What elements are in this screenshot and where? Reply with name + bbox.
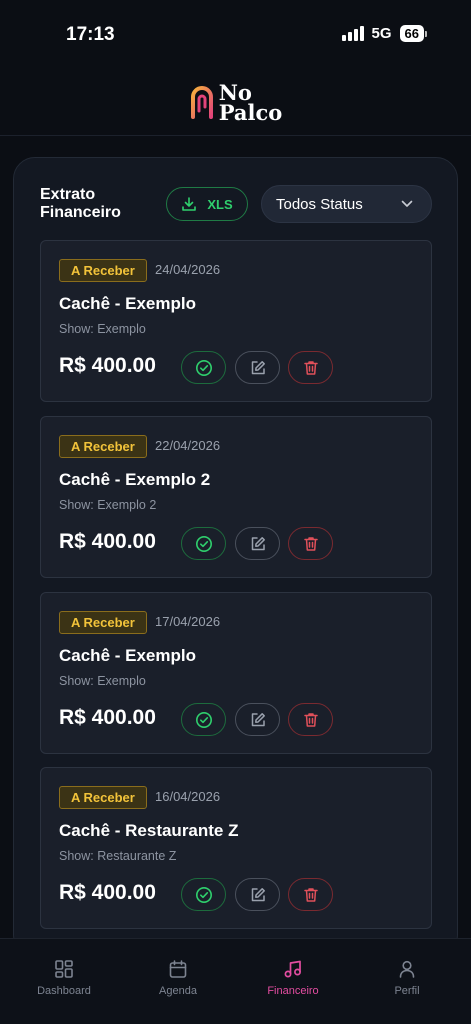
mark-paid-button[interactable] — [181, 703, 226, 736]
trash-icon — [303, 887, 318, 902]
nav-label-agenda: Agenda — [159, 985, 197, 997]
nav-item-agenda[interactable]: Agenda — [128, 959, 228, 997]
delete-button[interactable] — [288, 878, 333, 911]
transaction-title: Cachê - Exemplo — [59, 646, 196, 665]
mark-paid-button[interactable] — [181, 527, 226, 560]
calendar-icon — [169, 960, 187, 978]
export-xls-button[interactable]: XLS — [166, 187, 248, 221]
edit-button[interactable] — [235, 527, 280, 560]
status-badge: A Receber — [59, 611, 147, 634]
check-circle-icon — [195, 711, 212, 728]
edit-button[interactable] — [235, 703, 280, 736]
trash-icon — [303, 712, 318, 727]
nav-label-financeiro: Financeiro — [267, 985, 319, 997]
app-logo: No Palco — [189, 82, 283, 125]
status-indicators: 5G 66 — [341, 25, 427, 42]
transaction-card: A Receber 24/04/2026 Cachê - Exemplo Sho… — [40, 240, 432, 402]
nav-label-perfil: Perfil — [394, 985, 420, 997]
transaction-show: Show: Restaurante Z — [59, 849, 177, 863]
music-note-icon — [284, 960, 301, 978]
user-icon — [399, 960, 415, 978]
delete-button[interactable] — [288, 703, 333, 736]
edit-icon — [251, 536, 265, 550]
edit-button[interactable] — [235, 351, 280, 384]
edit-button[interactable] — [235, 878, 280, 911]
battery-level: 66 — [399, 25, 424, 42]
status-filter-select[interactable]: Todos Status — [261, 185, 432, 223]
transaction-date: 24/04/2026 — [155, 262, 221, 277]
logo-line-2: Palco — [218, 99, 283, 125]
battery-icon: 66 — [399, 25, 427, 42]
transaction-title: Cachê - Exemplo — [59, 294, 196, 313]
transaction-card: A Receber 17/04/2026 Cachê - Exemplo Sho… — [40, 592, 432, 754]
panel-header: Extrato Financeiro XLS Todos Status — [14, 158, 457, 240]
trash-icon — [303, 360, 318, 375]
transaction-show: Show: Exemplo — [59, 322, 146, 336]
transaction-title: Cachê - Exemplo 2 — [59, 470, 211, 489]
status-badge: A Receber — [59, 259, 147, 282]
transaction-amount: R$ 400.00 — [59, 354, 156, 377]
edit-icon — [251, 360, 265, 374]
transaction-amount: R$ 400.00 — [59, 530, 156, 553]
mark-paid-button[interactable] — [181, 878, 226, 911]
check-circle-icon — [195, 886, 212, 903]
transaction-date: 17/04/2026 — [155, 614, 221, 629]
export-xls-label: XLS — [207, 196, 233, 212]
transaction-amount: R$ 400.00 — [59, 881, 156, 904]
transaction-show: Show: Exemplo 2 — [59, 498, 157, 512]
status-badge: A Receber — [59, 786, 147, 809]
logo-text: No Palco — [218, 82, 283, 125]
status-badge: A Receber — [59, 435, 147, 458]
bottom-nav: Dashboard Agenda Financeiro Perfil — [0, 938, 471, 1024]
signal-icon — [341, 26, 364, 41]
nav-label-dashboard: Dashboard — [37, 985, 91, 997]
logo-mark-icon — [190, 85, 213, 119]
chevron-down-icon — [401, 200, 413, 207]
delete-button[interactable] — [288, 527, 333, 560]
extrato-panel: Extrato Financeiro XLS Todos Status A Re… — [13, 157, 458, 957]
check-circle-icon — [195, 535, 212, 552]
transaction-date: 22/04/2026 — [155, 438, 221, 453]
nav-item-financeiro[interactable]: Financeiro — [243, 959, 343, 997]
transaction-date: 16/04/2026 — [155, 789, 221, 804]
transaction-amount: R$ 400.00 — [59, 706, 156, 729]
download-icon — [182, 197, 197, 211]
delete-button[interactable] — [288, 351, 333, 384]
status-bar: 17:13 5G 66 — [0, 0, 471, 70]
nav-item-perfil[interactable]: Perfil — [357, 959, 457, 997]
nav-item-dashboard[interactable]: Dashboard — [14, 959, 114, 997]
edit-icon — [251, 712, 265, 726]
grid-icon — [55, 960, 73, 978]
network-label: 5G — [371, 25, 392, 42]
status-filter-value: Todos Status — [276, 195, 363, 213]
transaction-card: A Receber 16/04/2026 Cachê - Restaurante… — [40, 767, 432, 929]
transaction-title: Cachê - Restaurante Z — [59, 821, 239, 840]
mark-paid-button[interactable] — [181, 351, 226, 384]
trash-icon — [303, 536, 318, 551]
check-circle-icon — [195, 359, 212, 376]
transaction-card: A Receber 22/04/2026 Cachê - Exemplo 2 S… — [40, 416, 432, 578]
status-time: 17:13 — [66, 24, 115, 45]
edit-icon — [251, 887, 265, 901]
app-header: No Palco — [0, 70, 471, 136]
transaction-show: Show: Exemplo — [59, 674, 146, 688]
panel-title: Extrato Financeiro — [40, 186, 121, 221]
